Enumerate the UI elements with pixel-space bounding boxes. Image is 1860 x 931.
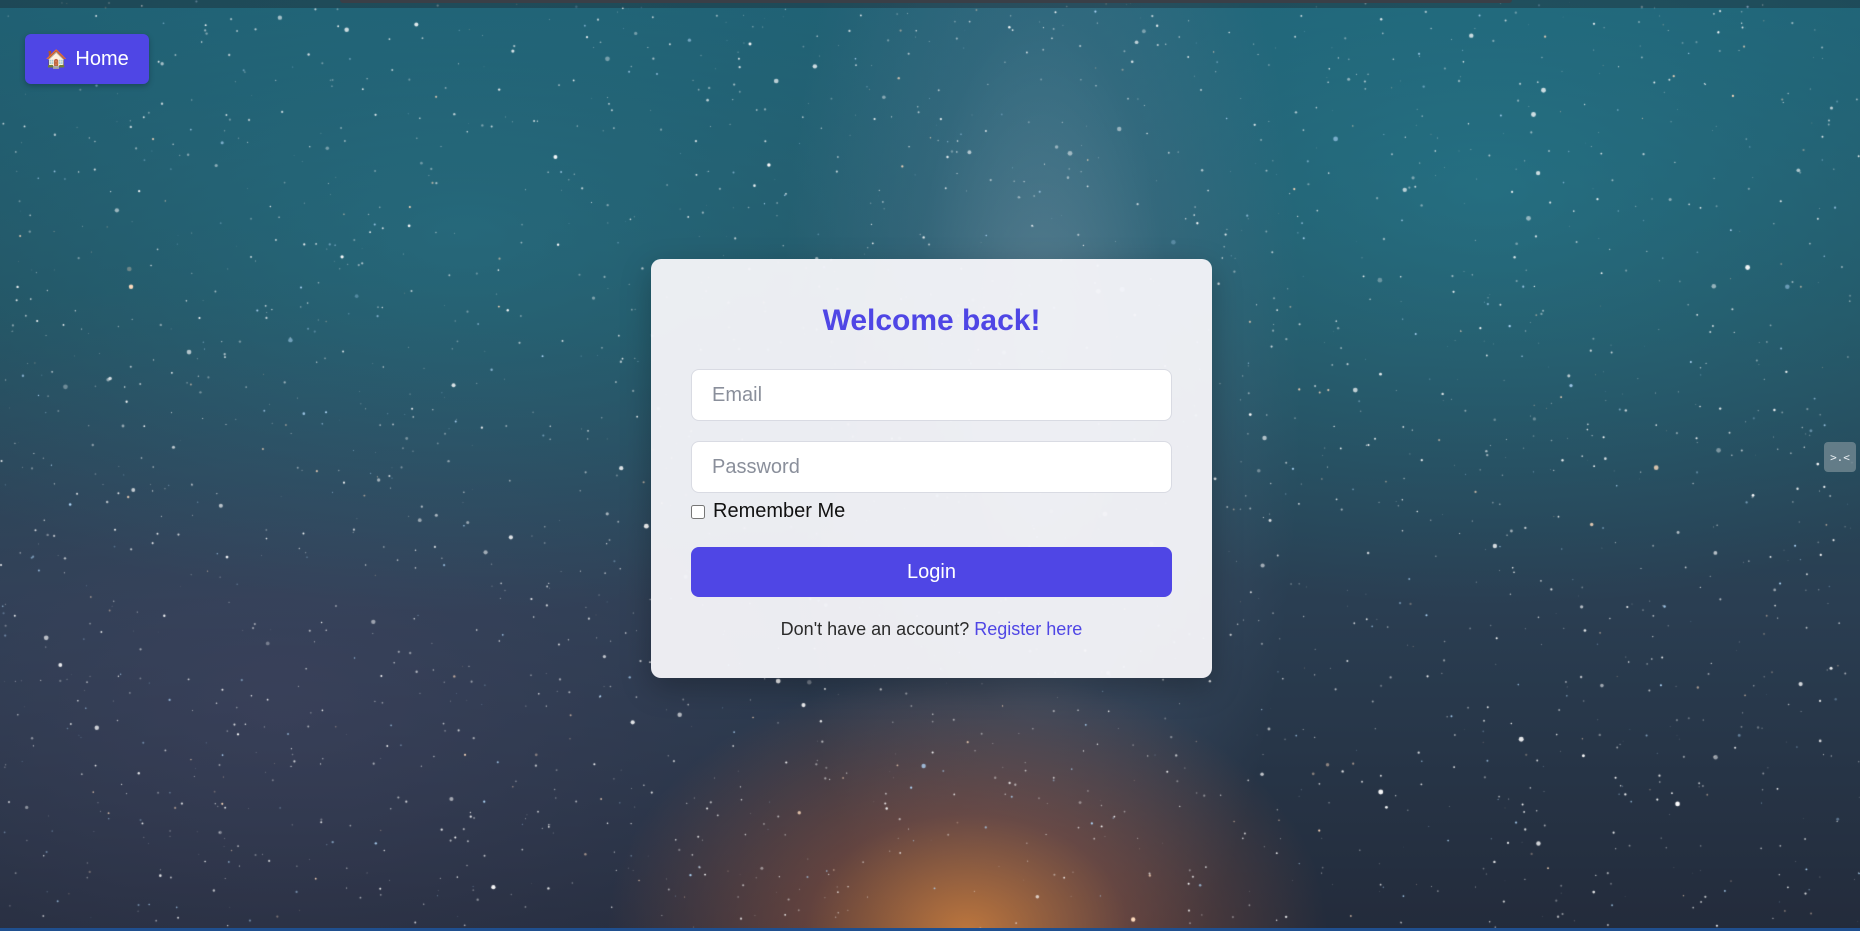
side-widget-glyph: >.< bbox=[1830, 450, 1850, 464]
browser-top-bar bbox=[340, 0, 1512, 3]
remember-me-row[interactable]: Remember Me bbox=[691, 500, 1172, 523]
home-button-label: Home bbox=[75, 47, 129, 70]
home-button[interactable]: 🏠 Home bbox=[25, 34, 149, 84]
register-prompt: Don't have an account? Register here bbox=[691, 619, 1172, 640]
register-prompt-text: Don't have an account? bbox=[780, 619, 970, 639]
house-icon: 🏠 bbox=[45, 49, 68, 69]
remember-me-label: Remember Me bbox=[713, 500, 846, 522]
login-button[interactable]: Login bbox=[691, 547, 1172, 597]
collapse-arrows-icon[interactable]: >.< bbox=[1824, 442, 1856, 472]
login-card: Welcome back! Remember Me Login Don't ha… bbox=[651, 259, 1212, 678]
email-field[interactable] bbox=[691, 369, 1172, 421]
remember-me-checkbox[interactable] bbox=[691, 504, 705, 519]
page-title: Welcome back! bbox=[822, 304, 1041, 337]
password-field[interactable] bbox=[691, 441, 1172, 493]
register-link[interactable]: Register here bbox=[974, 619, 1082, 639]
